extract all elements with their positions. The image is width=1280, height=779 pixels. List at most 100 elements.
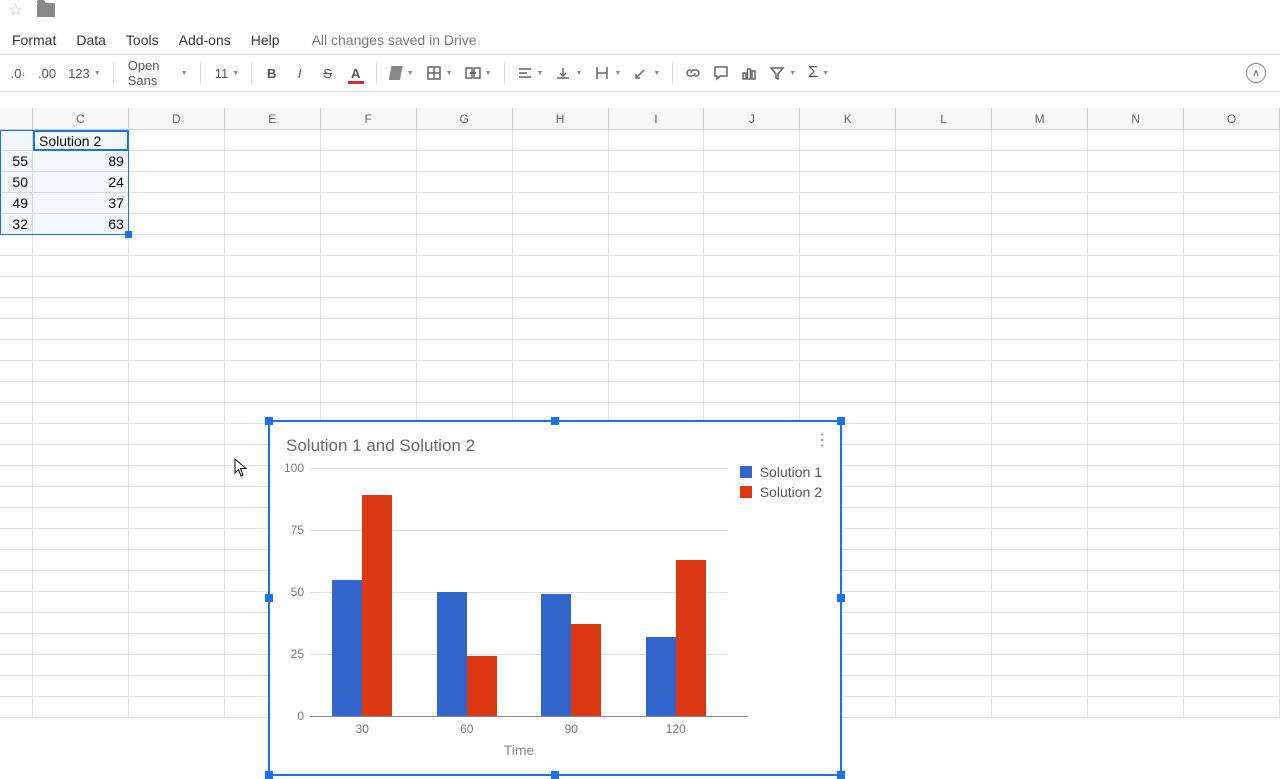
- collapse-toolbar-button[interactable]: ∧: [1246, 63, 1266, 83]
- cell[interactable]: [0, 592, 33, 613]
- cell[interactable]: [129, 697, 225, 718]
- cell[interactable]: [321, 256, 417, 277]
- cell[interactable]: [896, 256, 992, 277]
- cell[interactable]: 32: [0, 214, 33, 235]
- cell[interactable]: [896, 298, 992, 319]
- cell[interactable]: [129, 319, 225, 340]
- cell[interactable]: [321, 151, 417, 172]
- cell[interactable]: [800, 193, 896, 214]
- cell[interactable]: [800, 277, 896, 298]
- cell[interactable]: [225, 256, 321, 277]
- chart-object[interactable]: Solution 1 and Solution 2 ⋮ Solution 1 S…: [268, 420, 842, 776]
- cell[interactable]: [609, 193, 705, 214]
- cell[interactable]: [1088, 445, 1184, 466]
- cell[interactable]: [0, 445, 33, 466]
- cell[interactable]: [513, 151, 609, 172]
- decrease-decimal-button[interactable]: .0↓: [6, 60, 30, 86]
- cell[interactable]: [417, 277, 513, 298]
- cell[interactable]: [992, 172, 1088, 193]
- cell[interactable]: [992, 613, 1088, 634]
- bar[interactable]: [571, 624, 601, 716]
- cell[interactable]: [896, 172, 992, 193]
- cell[interactable]: [129, 361, 225, 382]
- cell[interactable]: [609, 277, 705, 298]
- cell[interactable]: [129, 550, 225, 571]
- cell[interactable]: [992, 487, 1088, 508]
- cell[interactable]: [417, 193, 513, 214]
- cell[interactable]: [321, 298, 417, 319]
- bold-button[interactable]: B: [260, 60, 284, 86]
- cell[interactable]: [1088, 151, 1184, 172]
- cell[interactable]: [609, 382, 705, 403]
- cell[interactable]: [33, 508, 129, 529]
- cell[interactable]: [1184, 235, 1280, 256]
- cell[interactable]: [513, 298, 609, 319]
- grid-row[interactable]: 5589: [0, 151, 1280, 172]
- cell[interactable]: [33, 130, 129, 151]
- cell[interactable]: [0, 676, 33, 697]
- cell[interactable]: [0, 466, 33, 487]
- cell[interactable]: [417, 214, 513, 235]
- cell[interactable]: [800, 214, 896, 235]
- cell[interactable]: [1088, 340, 1184, 361]
- cell[interactable]: [704, 298, 800, 319]
- cell[interactable]: [513, 277, 609, 298]
- cell[interactable]: 49: [0, 193, 33, 214]
- cell[interactable]: 37: [33, 193, 129, 214]
- cell[interactable]: [1088, 487, 1184, 508]
- cell[interactable]: [704, 340, 800, 361]
- cell[interactable]: [0, 655, 33, 676]
- cell[interactable]: [896, 613, 992, 634]
- cell[interactable]: [1088, 634, 1184, 655]
- increase-decimal-button[interactable]: .00: [34, 60, 60, 86]
- cell[interactable]: [33, 298, 129, 319]
- cell[interactable]: [1184, 508, 1280, 529]
- cell[interactable]: [33, 487, 129, 508]
- cell[interactable]: [1184, 571, 1280, 592]
- cell[interactable]: [800, 319, 896, 340]
- cell[interactable]: [321, 130, 417, 151]
- text-wrap-button[interactable]: [590, 60, 625, 86]
- cell[interactable]: [609, 235, 705, 256]
- resize-handle[interactable]: [837, 417, 845, 425]
- column-header[interactable]: L: [896, 108, 992, 129]
- cell[interactable]: [129, 151, 225, 172]
- cell[interactable]: [417, 340, 513, 361]
- cell[interactable]: [992, 550, 1088, 571]
- cell[interactable]: [417, 382, 513, 403]
- cell[interactable]: [417, 130, 513, 151]
- cell[interactable]: [1184, 214, 1280, 235]
- number-format-button[interactable]: 123: [64, 60, 105, 86]
- cell[interactable]: [321, 235, 417, 256]
- cell[interactable]: [1088, 466, 1184, 487]
- cell[interactable]: [513, 235, 609, 256]
- cell[interactable]: [33, 613, 129, 634]
- resize-handle[interactable]: [551, 417, 559, 425]
- cell[interactable]: [609, 361, 705, 382]
- cell[interactable]: [321, 214, 417, 235]
- resize-handle[interactable]: [837, 594, 845, 602]
- cell[interactable]: 50: [0, 172, 33, 193]
- cell[interactable]: 24: [33, 172, 129, 193]
- cell[interactable]: [1184, 550, 1280, 571]
- cell[interactable]: [1184, 340, 1280, 361]
- cell[interactable]: [704, 235, 800, 256]
- cell[interactable]: [417, 235, 513, 256]
- cell[interactable]: [1184, 613, 1280, 634]
- cell[interactable]: [992, 466, 1088, 487]
- cell[interactable]: [225, 130, 321, 151]
- cell[interactable]: [0, 634, 33, 655]
- cell[interactable]: [0, 277, 33, 298]
- resize-handle[interactable]: [551, 771, 559, 779]
- cell[interactable]: [0, 403, 33, 424]
- cell[interactable]: [1184, 193, 1280, 214]
- cell[interactable]: [1184, 445, 1280, 466]
- italic-button[interactable]: I: [288, 60, 312, 86]
- cell[interactable]: [1184, 697, 1280, 718]
- cell[interactable]: [33, 235, 129, 256]
- cell[interactable]: [513, 256, 609, 277]
- spreadsheet-grid[interactable]: CDEFGHIJKLMNO 5589502449373263 Solution …: [0, 108, 1280, 720]
- bar[interactable]: [437, 592, 467, 716]
- cell[interactable]: 89: [33, 151, 129, 172]
- cell[interactable]: [896, 445, 992, 466]
